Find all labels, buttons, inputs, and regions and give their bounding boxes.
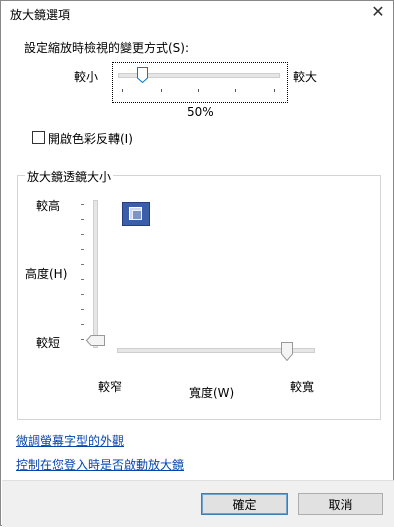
dialog-footer: 確定 取消 xyxy=(2,480,394,527)
width-left-label: 較窄 xyxy=(98,380,123,394)
width-slider[interactable] xyxy=(111,342,319,364)
width-right-label: 較寬 xyxy=(290,380,315,394)
close-icon[interactable]: ✕ xyxy=(365,1,391,25)
startup-settings-link[interactable]: 控制在您登入時是否啟動放大鏡 xyxy=(16,456,184,473)
ok-button[interactable]: 確定 xyxy=(201,493,288,515)
zoom-slider-thumb[interactable] xyxy=(137,67,148,83)
invert-colors-checkbox[interactable] xyxy=(32,131,45,144)
height-slider-label: 高度(H) xyxy=(25,267,68,281)
lens-preview-icon xyxy=(122,202,150,226)
height-top-label: 較高 xyxy=(36,199,61,213)
lens-size-group-label: 放大鏡透鏡大小 xyxy=(25,168,114,185)
dialog-title: 放大鏡選項 xyxy=(10,8,71,22)
invert-colors-label: 開啟色彩反轉(I) xyxy=(48,132,133,146)
width-slider-label: 寬度(W) xyxy=(189,386,235,400)
title-bar: 放大鏡選項 ✕ xyxy=(1,1,393,27)
width-slider-thumb[interactable] xyxy=(281,342,293,361)
zoom-value-text: 50% xyxy=(187,105,214,119)
zoom-slider[interactable] xyxy=(112,62,288,103)
cancel-button[interactable]: 取消 xyxy=(298,493,383,515)
height-slider-thumb[interactable] xyxy=(86,335,105,346)
magnifier-options-dialog: 放大鏡選項 ✕ 設定縮放時檢視的變更方式(S): 較小 較大 50% 開啟色彩反… xyxy=(0,0,394,527)
height-slider[interactable] xyxy=(77,197,107,351)
zoom-min-label: 較小 xyxy=(74,70,99,84)
zoom-slider-label: 設定縮放時檢視的變更方式(S): xyxy=(24,41,190,55)
height-slider-track[interactable] xyxy=(93,200,98,348)
zoom-max-label: 較大 xyxy=(293,70,318,84)
adjust-text-link[interactable]: 微調螢幕字型的外觀 xyxy=(16,432,124,449)
height-bottom-label: 較短 xyxy=(36,336,61,350)
